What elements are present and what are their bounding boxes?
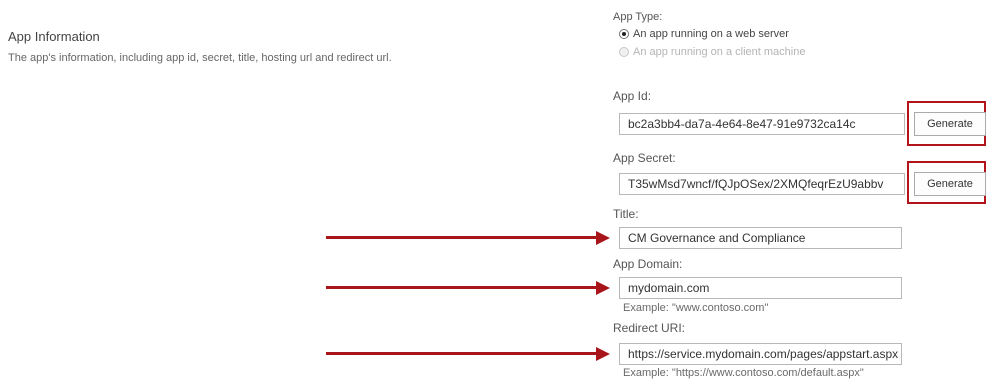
app-id-label: App Id:: [613, 89, 652, 103]
app-type-label: App Type:: [613, 11, 663, 23]
app-domain-input[interactable]: mydomain.com: [619, 277, 902, 299]
redirect-uri-label: Redirect URI:: [613, 321, 686, 335]
radio-web-server-label: An app running on a web server: [633, 28, 789, 40]
redirect-uri-example: Example: "https://www.contoso.com/defaul…: [623, 367, 864, 379]
app-id-input[interactable]: bc2a3bb4-da7a-4e64-8e47-91e9732ca14c: [619, 113, 905, 135]
section-description: The app's information, including app id,…: [8, 52, 392, 64]
section-title: App Information: [8, 29, 100, 44]
arrow-app-domain-icon: [326, 281, 610, 295]
app-secret-input[interactable]: T35wMsd7wncf/fQJpOSex/2XMQfeqrEzU9abbv: [619, 173, 905, 195]
title-input[interactable]: CM Governance and Compliance: [619, 227, 902, 249]
redirect-uri-input[interactable]: https://service.mydomain.com/pages/appst…: [619, 343, 902, 365]
arrow-title-icon: [326, 231, 610, 245]
title-label: Title:: [613, 207, 639, 221]
generate-id-button[interactable]: Generate: [914, 112, 986, 136]
radio-client-machine-label: An app running on a client machine: [633, 46, 806, 58]
arrow-redirect-uri-icon: [326, 347, 610, 361]
radio-client-machine[interactable]: An app running on a client machine: [619, 46, 805, 58]
radio-unselected-icon[interactable]: [619, 47, 629, 57]
app-domain-example: Example: "www.contoso.com": [623, 302, 769, 314]
app-domain-label: App Domain:: [613, 257, 683, 271]
generate-secret-button[interactable]: Generate: [914, 172, 986, 196]
radio-selected-icon[interactable]: [619, 29, 629, 39]
app-secret-label: App Secret:: [613, 151, 676, 165]
radio-web-server[interactable]: An app running on a web server: [619, 28, 789, 40]
